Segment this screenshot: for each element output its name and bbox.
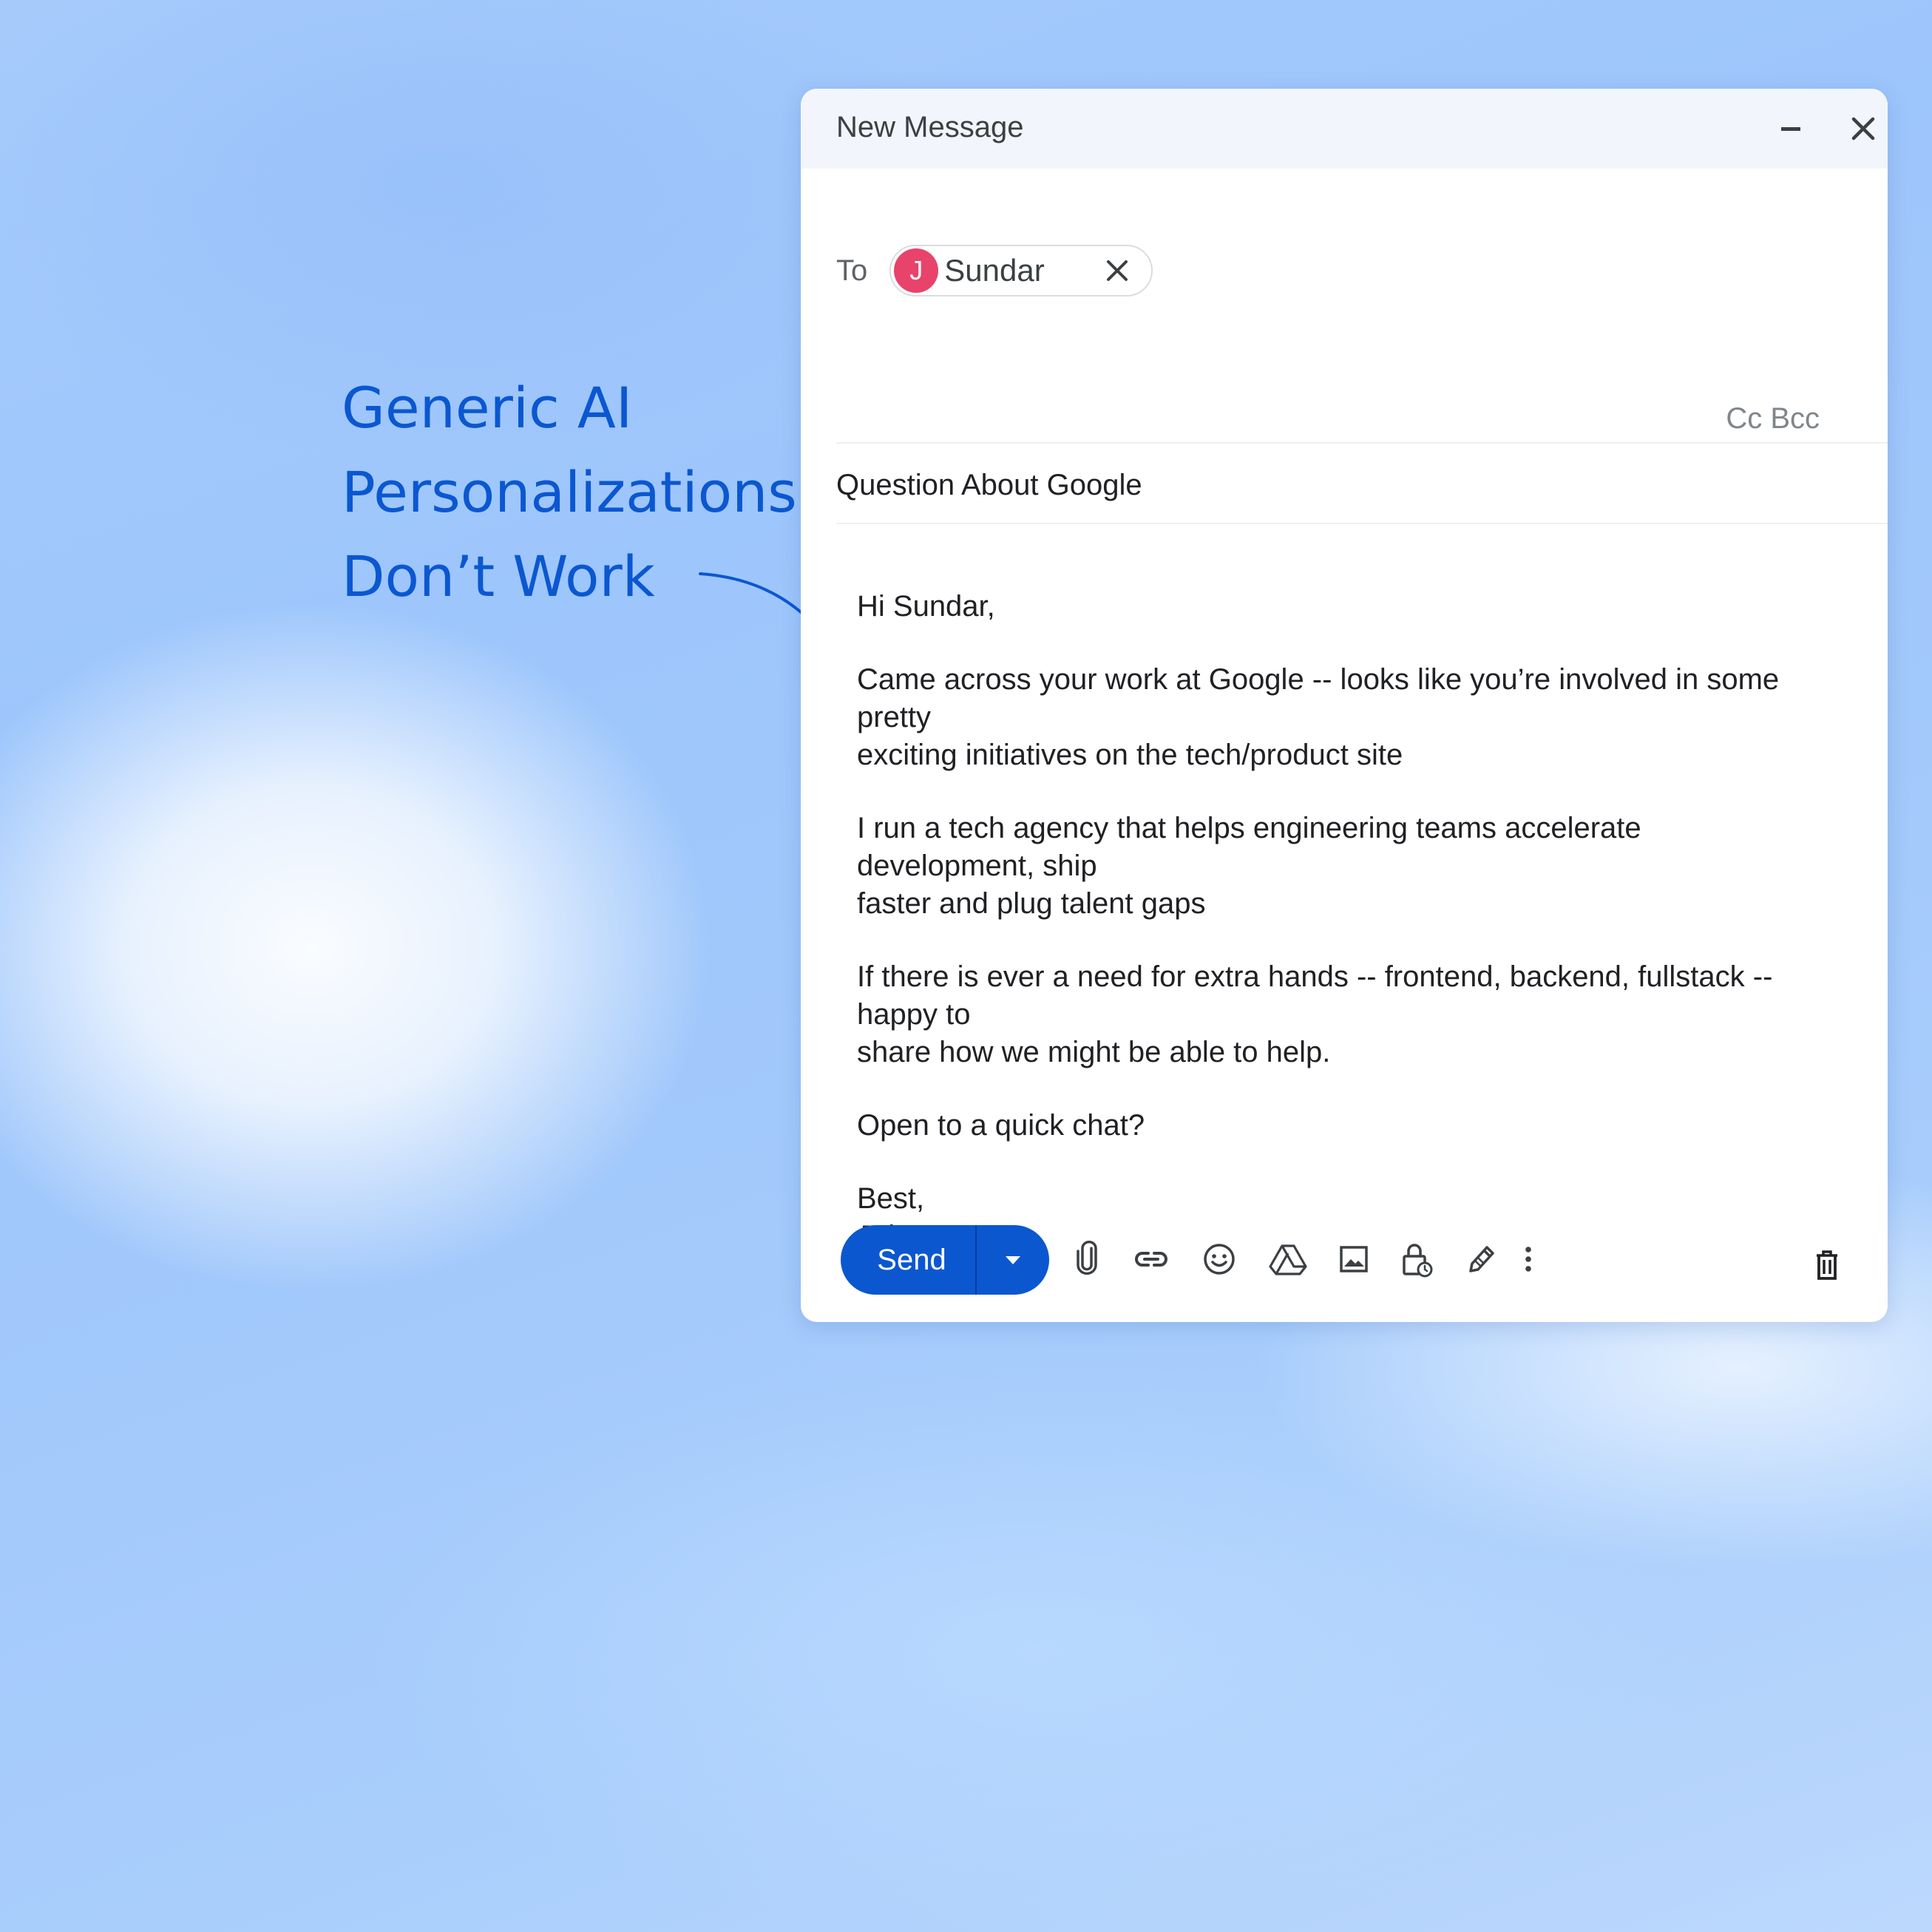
recipient-chip[interactable]: J Sundar: [889, 245, 1153, 296]
divider: [836, 523, 1888, 524]
recipient-name: Sundar: [944, 253, 1045, 288]
cc-bcc-link[interactable]: Cc Bcc: [1726, 402, 1820, 435]
confidential-icon: [1403, 1244, 1433, 1278]
send-button-group: Send: [841, 1225, 1049, 1295]
to-row: To J Sundar: [836, 243, 1153, 299]
subject-field[interactable]: Question About Google: [836, 469, 1142, 502]
confidential-mode-button[interactable]: [1394, 1237, 1438, 1281]
link-button[interactable]: [1129, 1237, 1173, 1281]
photo-icon: [1340, 1246, 1368, 1272]
more-options-button[interactable]: [1506, 1237, 1550, 1281]
signature-button[interactable]: [1457, 1237, 1502, 1281]
minimize-button[interactable]: [1768, 106, 1812, 151]
close-icon: [1851, 117, 1875, 140]
attach-button[interactable]: [1067, 1237, 1111, 1281]
compose-window: New Message To J Sundar Cc Bcc Question …: [801, 89, 1888, 1322]
to-label: To: [836, 254, 868, 287]
headline-line-2: Personalizations: [342, 459, 797, 525]
headline-line-1: Generic AI: [342, 375, 633, 441]
greeting: Hi Sundar,: [857, 590, 995, 623]
link-icon: [1135, 1252, 1167, 1267]
body-paragraph-3: If there is ever a need for extra hands …: [857, 960, 1773, 1068]
avatar: J: [894, 248, 939, 293]
body-paragraph-1: Came across your work at Google -- looks…: [857, 663, 1780, 771]
divider: [836, 442, 1888, 444]
signoff: Best,: [857, 1182, 925, 1215]
send-button[interactable]: Send: [841, 1225, 977, 1295]
more-options-icon: [1525, 1247, 1531, 1272]
body-paragraph-2: I run a tech agency that helps engineeri…: [857, 812, 1641, 920]
compose-header: New Message: [801, 89, 1888, 169]
dropdown-arrow-icon: [1006, 1256, 1020, 1264]
discard-draft-button[interactable]: [1805, 1243, 1849, 1287]
remove-recipient-button[interactable]: [1101, 254, 1133, 287]
close-button[interactable]: [1841, 106, 1885, 151]
close-icon: [1107, 260, 1128, 281]
send-options-button[interactable]: [977, 1225, 1049, 1295]
trash-icon: [1817, 1250, 1837, 1280]
compose-title: New Message: [836, 111, 1024, 143]
compose-toolbar: Send: [841, 1225, 1876, 1296]
signature-icon: [1469, 1246, 1494, 1272]
message-body[interactable]: Hi Sundar, Came across your work at Goog…: [857, 588, 1848, 1255]
emoji-button[interactable]: [1197, 1237, 1241, 1281]
minimize-icon: [1781, 127, 1800, 131]
emoji-icon: [1204, 1244, 1235, 1275]
insert-photo-button[interactable]: [1332, 1237, 1376, 1281]
drive-button[interactable]: [1266, 1237, 1310, 1281]
attach-icon: [1077, 1241, 1097, 1275]
drive-icon: [1269, 1244, 1307, 1275]
closing-question: Open to a quick chat?: [857, 1109, 1145, 1142]
